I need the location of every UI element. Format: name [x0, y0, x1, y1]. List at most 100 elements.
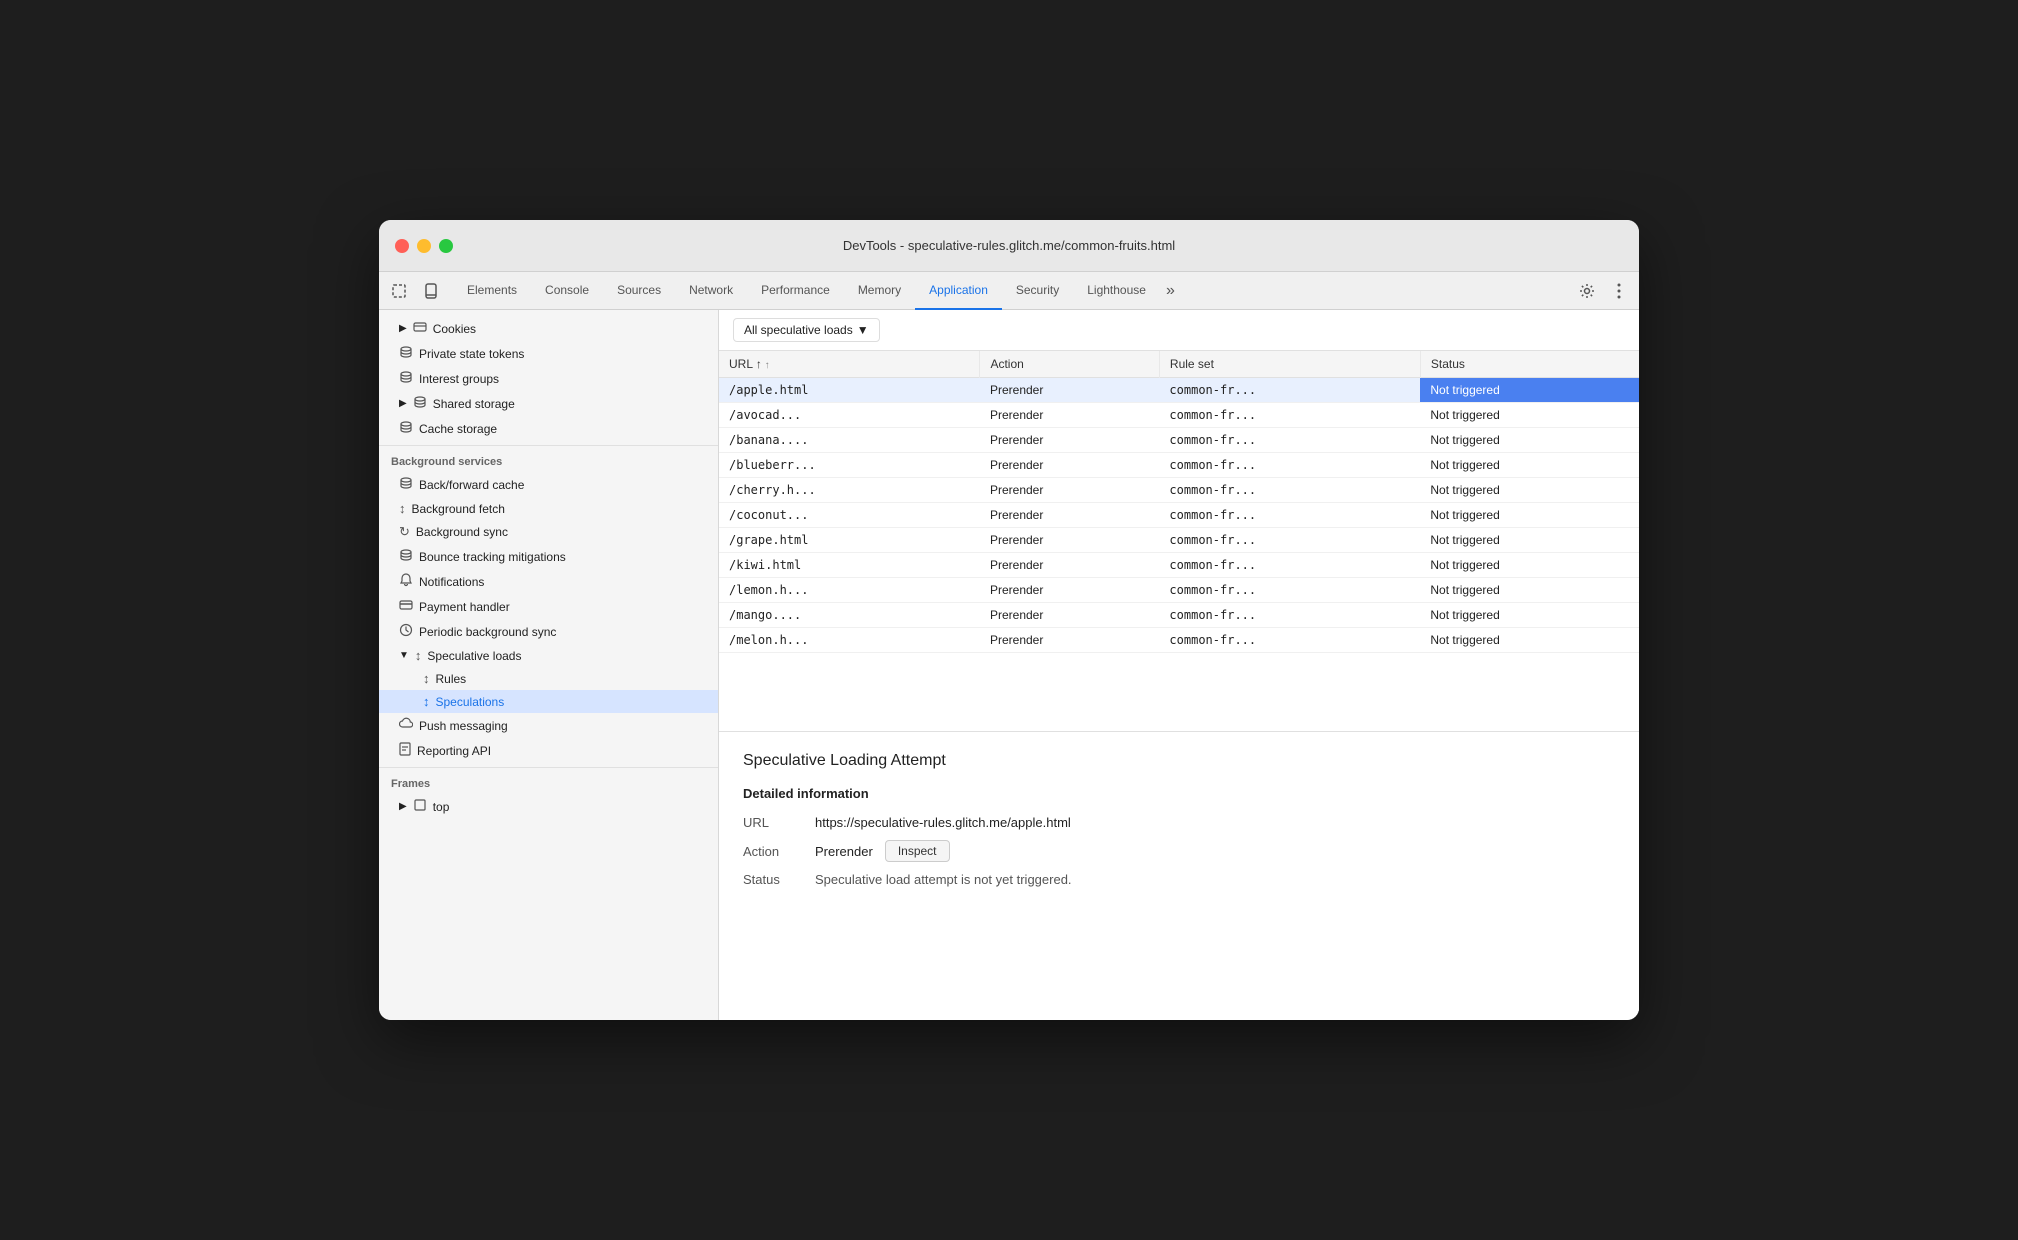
table-row[interactable]: /lemon.h...Prerendercommon-fr...Not trig… [719, 578, 1639, 603]
devtools-tabbar: Elements Console Sources Network Perform… [379, 272, 1639, 310]
db-icon-4 [399, 420, 413, 437]
filter-label: All speculative loads [744, 323, 853, 337]
sidebar-item-shared-storage[interactable]: ▶ Shared storage [379, 391, 718, 416]
sidebar-item-label: Reporting API [417, 744, 491, 758]
sidebar-item-label: Background fetch [412, 502, 505, 516]
arrow-icon: ▶ [399, 323, 407, 334]
col-rule-set: Rule set [1159, 351, 1420, 378]
col-action: Action [980, 351, 1159, 378]
table-row[interactable]: /cherry.h...Prerendercommon-fr...Not tri… [719, 478, 1639, 503]
divider-2 [379, 767, 718, 768]
sidebar-item-reporting-api[interactable]: Reporting API [379, 738, 718, 763]
minimize-button[interactable] [417, 239, 431, 253]
detail-panel: Speculative Loading Attempt Detailed inf… [719, 731, 1639, 1011]
table-row[interactable]: /kiwi.htmlPrerendercommon-fr...Not trigg… [719, 553, 1639, 578]
col-url[interactable]: URL ↑ [719, 351, 980, 378]
status-cell: Not triggered [1420, 478, 1639, 503]
sync-icon: ↻ [399, 524, 410, 540]
doc-icon [399, 742, 411, 759]
table-row[interactable]: /coconut...Prerendercommon-fr...Not trig… [719, 503, 1639, 528]
frames-header: Frames [379, 772, 718, 794]
tab-overflow-icon[interactable]: » [1160, 282, 1181, 300]
table-row[interactable]: /grape.htmlPrerendercommon-fr...Not trig… [719, 528, 1639, 553]
sidebar-item-label: Interest groups [419, 372, 499, 386]
sidebar-item-label: Rules [436, 672, 467, 686]
col-status: Status [1420, 351, 1639, 378]
detail-action-label: Action [743, 844, 803, 859]
sidebar-item-back-forward-cache[interactable]: Back/forward cache [379, 472, 718, 497]
content-area: All speculative loads ▼ URL ↑ Action Rul… [719, 310, 1639, 1020]
sidebar-item-label: Notifications [419, 575, 484, 589]
tab-list: Elements Console Sources Network Perform… [453, 272, 1573, 310]
db-icon [399, 345, 413, 362]
table-row[interactable]: /mango....Prerendercommon-fr...Not trigg… [719, 603, 1639, 628]
status-cell: Not triggered [1420, 428, 1639, 453]
sidebar-item-push-messaging[interactable]: Push messaging [379, 713, 718, 738]
arrow-down-icon: ▼ [399, 650, 409, 661]
filter-bar: All speculative loads ▼ [719, 310, 1639, 351]
table-row[interactable]: /avocad...Prerendercommon-fr...Not trigg… [719, 403, 1639, 428]
filter-dropdown[interactable]: All speculative loads ▼ [733, 318, 880, 342]
sidebar-item-label: Shared storage [433, 397, 515, 411]
detail-status-row: Status Speculative load attempt is not y… [743, 872, 1615, 887]
tab-application[interactable]: Application [915, 272, 1002, 310]
tab-memory[interactable]: Memory [844, 272, 915, 310]
devtools-window: DevTools - speculative-rules.glitch.me/c… [379, 220, 1639, 1020]
sidebar-item-label: Back/forward cache [419, 478, 524, 492]
tab-performance[interactable]: Performance [747, 272, 844, 310]
sidebar-item-label: Payment handler [419, 600, 510, 614]
sidebar-item-speculations[interactable]: ↕ Speculations [379, 690, 718, 713]
close-button[interactable] [395, 239, 409, 253]
sidebar-item-cookies[interactable]: ▶ Cookies [379, 316, 718, 341]
speculations-table: URL ↑ Action Rule set Status /apple.html… [719, 351, 1639, 653]
window-title: DevTools - speculative-rules.glitch.me/c… [843, 238, 1175, 253]
sidebar-item-notifications[interactable]: Notifications [379, 569, 718, 594]
tab-elements[interactable]: Elements [453, 272, 531, 310]
sidebar-item-top[interactable]: ▶ top [379, 794, 718, 819]
detail-url-value: https://speculative-rules.glitch.me/appl… [815, 815, 1071, 830]
sidebar-item-label: Cookies [433, 322, 476, 336]
tab-security[interactable]: Security [1002, 272, 1073, 310]
status-cell: Not triggered [1420, 628, 1639, 653]
detail-section-title: Detailed information [743, 786, 1615, 801]
pointer-icon[interactable] [385, 277, 413, 305]
sidebar-item-label: Private state tokens [419, 347, 524, 361]
table-row[interactable]: /blueberr...Prerendercommon-fr...Not tri… [719, 453, 1639, 478]
sidebar-item-cache-storage[interactable]: Cache storage [379, 416, 718, 441]
speculations-icon: ↕ [423, 694, 430, 709]
sidebar-item-private-state-tokens[interactable]: Private state tokens [379, 341, 718, 366]
more-icon[interactable] [1605, 277, 1633, 305]
sidebar-item-speculative-loads[interactable]: ▼ ↕ Speculative loads [379, 644, 718, 667]
sidebar: ▶ Cookies Private state tokens Interest … [379, 310, 719, 1020]
sidebar-item-bounce-tracking[interactable]: Bounce tracking mitigations [379, 544, 718, 569]
status-cell: Not triggered [1420, 453, 1639, 478]
sidebar-item-interest-groups[interactable]: Interest groups [379, 366, 718, 391]
sidebar-item-background-sync[interactable]: ↻ Background sync [379, 520, 718, 544]
divider-1 [379, 445, 718, 446]
speculative-icon: ↕ [415, 648, 422, 663]
sidebar-item-rules[interactable]: ↕ Rules [379, 667, 718, 690]
tab-sources[interactable]: Sources [603, 272, 675, 310]
arrow-updown-icon: ↕ [399, 501, 406, 516]
status-cell: Not triggered [1420, 503, 1639, 528]
inspect-button[interactable]: Inspect [885, 840, 950, 862]
tab-lighthouse[interactable]: Lighthouse [1073, 272, 1160, 310]
sidebar-item-label: top [433, 800, 450, 814]
table-row[interactable]: /melon.h...Prerendercommon-fr...Not trig… [719, 628, 1639, 653]
tab-console[interactable]: Console [531, 272, 603, 310]
table-row[interactable]: /banana....Prerendercommon-fr...Not trig… [719, 428, 1639, 453]
sidebar-item-background-fetch[interactable]: ↕ Background fetch [379, 497, 718, 520]
detail-panel-title: Speculative Loading Attempt [743, 752, 1615, 770]
sidebar-item-periodic-bg-sync[interactable]: Periodic background sync [379, 619, 718, 644]
bell-icon [399, 573, 413, 590]
device-icon[interactable] [417, 277, 445, 305]
table-row[interactable]: /apple.htmlPrerendercommon-fr...Not trig… [719, 378, 1639, 403]
tab-network[interactable]: Network [675, 272, 747, 310]
clock-icon [399, 623, 413, 640]
settings-icon[interactable] [1573, 277, 1601, 305]
maximize-button[interactable] [439, 239, 453, 253]
sidebar-item-label: Periodic background sync [419, 625, 556, 639]
sidebar-item-label: Bounce tracking mitigations [419, 550, 566, 564]
sidebar-item-payment-handler[interactable]: Payment handler [379, 594, 718, 619]
detail-url-label: URL [743, 815, 803, 830]
